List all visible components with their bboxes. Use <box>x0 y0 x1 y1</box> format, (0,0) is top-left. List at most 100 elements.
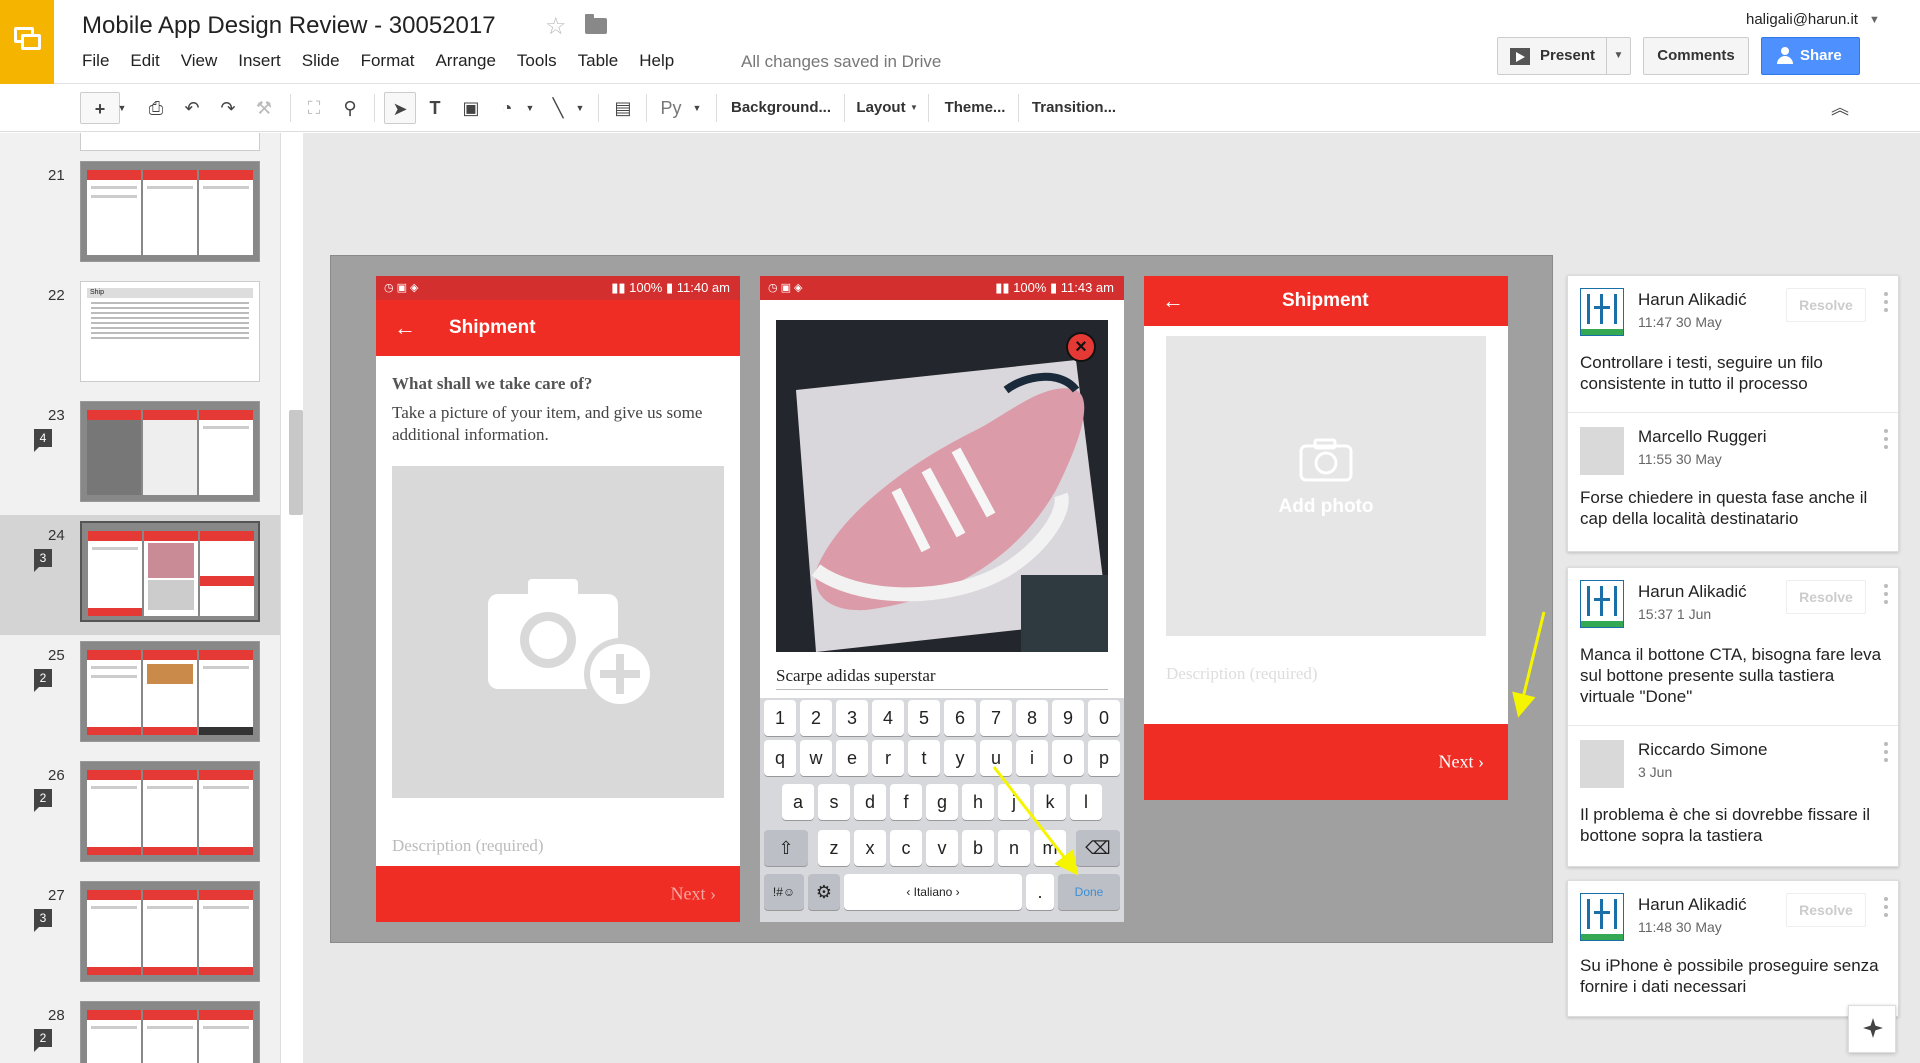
share-label: Share <box>1800 47 1842 64</box>
resolve-button[interactable]: Resolve <box>1786 893 1866 927</box>
person-icon <box>1776 47 1794 65</box>
slides-app: Mobile App Design Review - 30052017 ☆ Fi… <box>0 0 1920 1063</box>
slide-thumbnail[interactable] <box>80 761 260 862</box>
slide-thumbnail[interactable] <box>80 401 260 502</box>
menu-slide[interactable]: Slide <box>302 51 340 71</box>
collapse-toolbar-icon[interactable]: ︽ <box>1826 92 1854 124</box>
slide-canvas[interactable]: ◷▣◈ ▮▮ 100% ▮ 11:40 am ← Shipment What s… <box>330 255 1553 943</box>
font-dropdown[interactable]: ▼ <box>690 92 704 124</box>
comment-thread-2[interactable]: Harun Alikadić 15:37 1 Jun Resolve Manca… <box>1567 567 1899 867</box>
slide-thumbnail[interactable] <box>80 641 260 742</box>
present-button[interactable]: Present ▼ <box>1497 37 1631 75</box>
comment-thread-1[interactable]: Harun Alikadić 11:47 30 May Resolve Cont… <box>1567 275 1899 552</box>
menu-insert[interactable]: Insert <box>238 51 281 71</box>
font-button[interactable]: Py <box>656 92 686 124</box>
comment-count-badge: 3 <box>34 549 52 572</box>
theme-button[interactable]: Theme... <box>938 92 1012 124</box>
explore-button[interactable] <box>1848 1005 1896 1053</box>
account-email[interactable]: haligali@harun.it <box>1746 11 1858 28</box>
present-dropdown[interactable]: ▼ <box>1606 38 1630 74</box>
slides-logo-icon[interactable] <box>0 0 54 84</box>
shape-dropdown[interactable]: ▼ <box>523 92 537 124</box>
share-button[interactable]: Share <box>1761 37 1860 75</box>
comment-thread-3[interactable]: Harun Alikadić 11:48 30 May Resolve Su i… <box>1567 880 1899 1017</box>
folder-icon[interactable] <box>585 14 607 34</box>
image-icon[interactable]: ▣ <box>456 92 486 124</box>
print-icon[interactable]: ⎙ <box>142 92 170 124</box>
chevron-down-icon[interactable]: ▼ <box>1869 14 1880 26</box>
toolbar: + ▼ ⎙ ↶ ↷ ⚒ ⛶ ⚲ ➤ T ▣ ◔ ▼ ╲ ▼ ▤ Py ▼ Bac… <box>0 84 1920 132</box>
layout-button[interactable]: Layout <box>852 92 910 124</box>
filmstrip-scrollbar[interactable] <box>289 410 303 515</box>
filmstrip-slide-23[interactable]: 23 4 <box>0 395 280 515</box>
more-options-icon[interactable] <box>1884 897 1888 919</box>
layout-dropdown[interactable]: ▼ <box>908 92 920 124</box>
explore-icon <box>1863 1018 1883 1038</box>
star-icon[interactable]: ☆ <box>545 12 567 41</box>
filmstrip[interactable]: 21 22 Ship 23 4 24 3 25 2 26 2 27 3 28 2 <box>0 133 281 1063</box>
save-status[interactable]: All changes saved in Drive <box>741 52 941 72</box>
comment-time: 11:55 30 May <box>1638 451 1722 467</box>
comment-text: Controllare i testi, seguire un filo con… <box>1580 353 1823 393</box>
filmstrip-slide-27[interactable]: 27 3 <box>0 875 280 995</box>
background-button[interactable]: Background... <box>726 92 836 124</box>
menu-tools[interactable]: Tools <box>517 51 557 71</box>
undo-icon[interactable]: ↶ <box>178 92 206 124</box>
comment-time: 11:47 30 May <box>1638 314 1722 330</box>
comment-count-badge: 3 <box>34 909 52 932</box>
slide-thumbnail[interactable] <box>80 881 260 982</box>
redo-icon[interactable]: ↷ <box>214 92 242 124</box>
filmstrip-slide-24[interactable]: 24 3 <box>0 515 280 635</box>
thumbnail-partial[interactable] <box>80 133 260 151</box>
fit-icon[interactable]: ⛶ <box>300 92 328 124</box>
comment-icon[interactable]: ▤ <box>608 92 638 124</box>
menu-format[interactable]: Format <box>361 51 415 71</box>
filmstrip-slide-28[interactable]: 28 2 <box>0 995 280 1063</box>
comment-text: Manca il bottone CTA, bisogna fare leva … <box>1580 645 1882 706</box>
select-tool-icon[interactable]: ➤ <box>384 92 416 124</box>
resolve-button[interactable]: Resolve <box>1786 580 1866 614</box>
avatar <box>1580 893 1624 941</box>
filmstrip-slide-25[interactable]: 25 2 <box>0 635 280 755</box>
thumbnail-title: Ship <box>87 288 253 298</box>
comment: Harun Alikadić 11:47 30 May Resolve Cont… <box>1568 276 1898 413</box>
filmstrip-slide-26[interactable]: 26 2 <box>0 755 280 875</box>
slide-thumbnail[interactable] <box>80 1001 260 1063</box>
paint-format-icon[interactable]: ⚒ <box>250 92 278 124</box>
comment-author: Riccardo Simone <box>1638 740 1768 759</box>
comment-count-badge: 2 <box>34 669 52 692</box>
slide-number: 26 <box>48 767 65 784</box>
document-title[interactable]: Mobile App Design Review - 30052017 <box>82 12 496 40</box>
menu-table[interactable]: Table <box>578 51 619 71</box>
menu-arrange[interactable]: Arrange <box>435 51 495 71</box>
transition-button[interactable]: Transition... <box>1026 92 1122 124</box>
menu-help[interactable]: Help <box>639 51 674 71</box>
more-options-icon[interactable] <box>1884 584 1888 606</box>
more-options-icon[interactable] <box>1884 429 1888 451</box>
avatar <box>1580 288 1624 336</box>
slide-thumbnail[interactable] <box>80 521 260 622</box>
shape-icon[interactable]: ◔ <box>492 92 522 124</box>
line-icon[interactable]: ╲ <box>544 92 572 124</box>
line-dropdown[interactable]: ▼ <box>573 92 587 124</box>
filmstrip-slide-22[interactable]: 22 Ship <box>0 275 280 395</box>
more-options-icon[interactable] <box>1884 742 1888 764</box>
slide-thumbnail[interactable]: Ship <box>80 281 260 382</box>
zoom-icon[interactable]: ⚲ <box>336 92 364 124</box>
slide-thumbnail[interactable] <box>80 161 260 262</box>
new-slide-dropdown[interactable]: ▼ <box>113 92 131 124</box>
annotation-arrows <box>992 611 1546 876</box>
arrow-to-next <box>1512 611 1546 718</box>
filmstrip-slide-21[interactable]: 21 <box>0 155 280 275</box>
menu-view[interactable]: View <box>181 51 218 71</box>
comment-author: Harun Alikadić <box>1638 895 1747 914</box>
menu-file[interactable]: File <box>82 51 109 71</box>
resolve-button[interactable]: Resolve <box>1786 288 1866 322</box>
more-options-icon[interactable] <box>1884 292 1888 314</box>
comment: Harun Alikadić 11:48 30 May Resolve Su i… <box>1568 881 1898 1016</box>
comment-time: 3 Jun <box>1638 764 1673 780</box>
text-box-icon[interactable]: T <box>420 92 450 124</box>
menu-edit[interactable]: Edit <box>130 51 159 71</box>
comments-button[interactable]: Comments <box>1643 37 1749 75</box>
comment-text: Il problema è che si dovrebbe fissare il… <box>1580 805 1871 845</box>
